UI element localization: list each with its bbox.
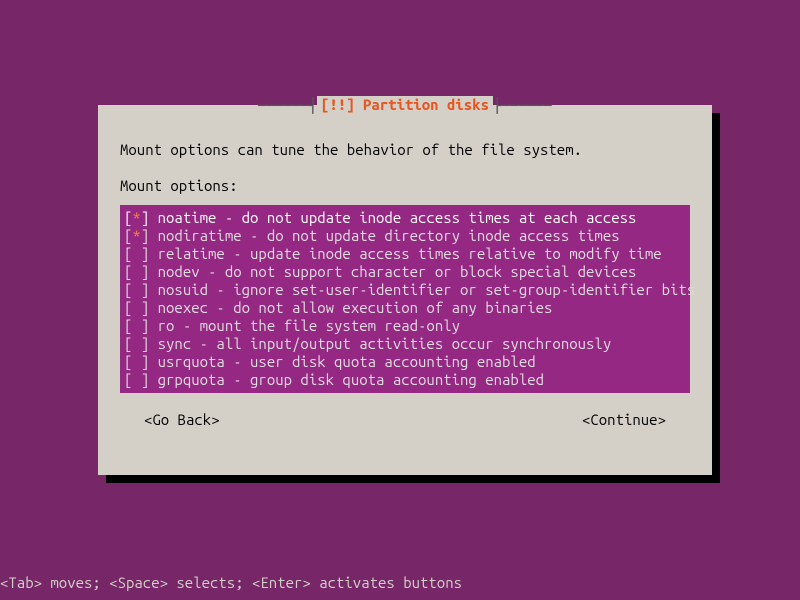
dialog-title-row: ──────┤ [!!] Partition disks ├──────: [98, 96, 712, 115]
mount-option-nodev[interactable]: [ ] nodev - do not support character or …: [120, 263, 690, 281]
title-border-right: ├──────: [493, 97, 552, 115]
dialog-button-row: <Go Back> <Continue>: [120, 411, 690, 429]
mount-option-noatime[interactable]: [*] noatime - do not update inode access…: [120, 209, 690, 227]
checkbox-mark: [132, 335, 140, 352]
checkbox-mark: [132, 245, 140, 262]
dialog-description: Mount options can tune the behavior of t…: [120, 141, 690, 159]
mount-options-list: [*] noatime - do not update inode access…: [120, 205, 690, 393]
checkbox-mark: [132, 353, 140, 370]
continue-button[interactable]: <Continue>: [582, 411, 666, 429]
mount-option-ro[interactable]: [ ] ro - mount the file system read-only: [120, 317, 690, 335]
mount-option-usrquota[interactable]: [ ] usrquota - user disk quota accountin…: [120, 353, 690, 371]
checkbox-mark: [132, 299, 140, 316]
mount-option-relatime[interactable]: [ ] relatime - update inode access times…: [120, 245, 690, 263]
checkbox-mark: *: [132, 227, 140, 244]
title-border-left: ──────┤: [258, 97, 317, 115]
mount-option-sync[interactable]: [ ] sync - all input/output activities o…: [120, 335, 690, 353]
checkbox-mark: [132, 281, 140, 298]
checkbox-mark: [132, 263, 140, 280]
go-back-button[interactable]: <Go Back>: [144, 411, 220, 429]
mount-option-grpquota[interactable]: [ ] grpquota - group disk quota accounti…: [120, 371, 690, 389]
mount-option-nodiratime[interactable]: [*] nodiratime - do not update directory…: [120, 227, 690, 245]
help-bar: <Tab> moves; <Space> selects; <Enter> ac…: [0, 574, 462, 592]
mount-option-nosuid[interactable]: [ ] nosuid - ignore set-user-identifier …: [120, 281, 690, 299]
checkbox-mark: [132, 371, 140, 388]
partition-dialog: ──────┤ [!!] Partition disks ├────── Mou…: [98, 105, 712, 475]
mount-option-noexec[interactable]: [ ] noexec - do not allow execution of a…: [120, 299, 690, 317]
dialog-title: [!!] Partition disks: [317, 96, 493, 113]
checkbox-mark: [132, 317, 140, 334]
dialog-prompt: Mount options:: [120, 177, 690, 195]
checkbox-mark: *: [132, 209, 140, 226]
